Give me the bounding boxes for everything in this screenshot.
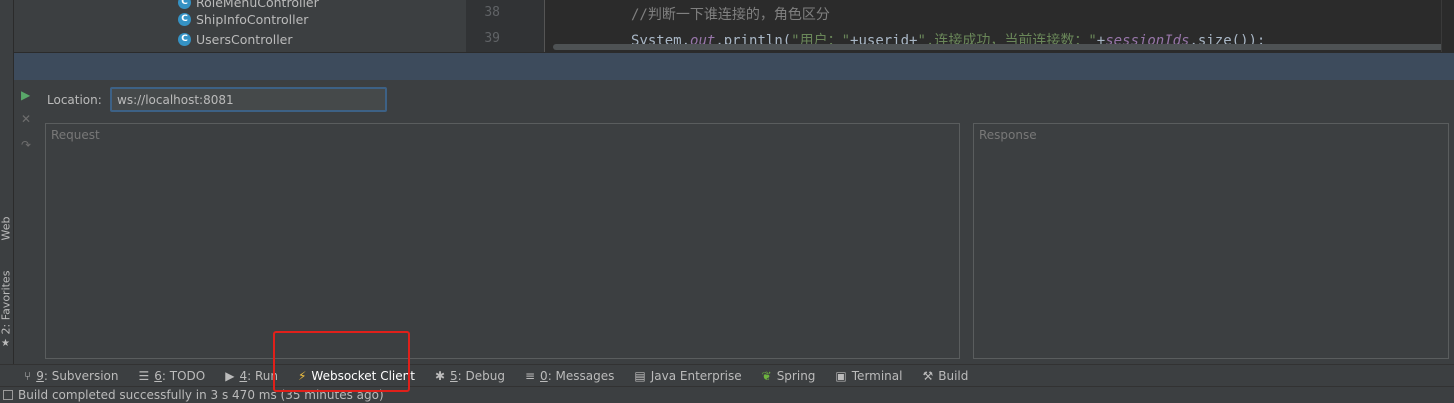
code-editor[interactable]: //判断一下谁连接的，角色区分 System.out.println("用户："… (545, 0, 1441, 52)
tab-key: 4 (239, 369, 248, 383)
tool-window-header (14, 52, 1454, 81)
project-tree: C RoleMenuController C ShipInfoControlle… (14, 0, 466, 52)
request-placeholder: Request (51, 128, 100, 142)
tab-key: 6 (154, 369, 162, 383)
tab-label: : Messages (547, 369, 615, 383)
build-tab[interactable]: ⚒ Build (922, 369, 968, 383)
hammer-icon: ⚒ (922, 369, 934, 383)
line-number: 38 (484, 5, 500, 20)
todo-icon: ☰ (138, 369, 150, 383)
favorites-tool-tab[interactable]: 2: Favorites (0, 271, 13, 335)
terminal-icon: ▣ (835, 369, 847, 383)
tab-label: Spring (776, 369, 816, 383)
terminal-tab[interactable]: ▣ Terminal (835, 369, 902, 383)
tree-item[interactable]: C UsersController (178, 30, 293, 48)
web-tool-tab[interactable]: Web (0, 209, 13, 249)
subversion-tab[interactable]: ⑂ 9: Subversion (24, 369, 119, 383)
line-number: 39 (484, 31, 500, 46)
tool-window-bar: ⑂ 9: Subversion ☰ 6: TODO ▶ 4: Run ⚡ Web… (0, 364, 1454, 387)
location-input[interactable] (110, 87, 387, 112)
location-label: Location: (47, 93, 102, 107)
java-enterprise-icon: ▤ (634, 369, 646, 383)
tree-item-label: UsersController (196, 31, 293, 47)
request-pane[interactable]: Request (45, 123, 960, 359)
tab-key: 5 (450, 369, 458, 383)
response-pane[interactable]: Response (973, 123, 1449, 359)
reconnect-icon[interactable]: ↷ (21, 138, 31, 152)
status-toggle-icon[interactable] (3, 390, 13, 400)
tab-label: Java Enterprise (650, 369, 742, 383)
run-icon: ▶ (225, 369, 235, 383)
tab-label: : Debug (457, 369, 505, 383)
run-tab[interactable]: ▶ 4: Run (225, 369, 278, 383)
todo-tab[interactable]: ☰ 6: TODO (139, 369, 206, 383)
class-icon: C (178, 12, 191, 26)
tab-key: 0 (540, 369, 548, 383)
tree-item-label: ShipInfoController (196, 11, 309, 27)
tab-label: Terminal (851, 369, 903, 383)
response-placeholder: Response (979, 128, 1037, 142)
tab-key: 9 (36, 369, 44, 383)
subversion-icon: ⑂ (24, 369, 32, 383)
java-enterprise-tab[interactable]: ▤ Java Enterprise (634, 369, 741, 383)
code-line-comment: //判断一下谁连接的，角色区分 (631, 7, 830, 23)
spring-tab[interactable]: ❦ Spring (762, 369, 816, 383)
class-icon: C (178, 32, 191, 46)
vertical-scrollbar[interactable] (1441, 0, 1454, 52)
bug-icon: ✱ (434, 369, 446, 383)
debug-tab[interactable]: ✱ 5: Debug (435, 369, 505, 383)
tree-item[interactable]: C ShipInfoController (178, 10, 308, 28)
tab-label: : Subversion (43, 369, 119, 383)
highlight-annotation-box (273, 331, 410, 392)
left-tool-strip: Web 2: Favorites ★ (0, 0, 14, 386)
close-icon[interactable]: ✕ (21, 112, 31, 126)
messages-tab[interactable]: ≡ 0: Messages (525, 369, 614, 383)
messages-icon: ≡ (524, 369, 536, 383)
spring-icon: ❦ (761, 369, 772, 383)
tab-label: Build (938, 369, 969, 383)
status-bar: Build completed successfully in 3 s 470 … (0, 386, 1454, 403)
editor-gutter: 38 39 (466, 0, 545, 52)
horizontal-scrollbar[interactable] (553, 44, 1441, 50)
tree-item-label: RoleMenuController (196, 0, 319, 10)
run-icon[interactable]: ▶ (21, 88, 30, 102)
class-icon: C (178, 0, 191, 9)
star-icon: ★ (1, 338, 10, 349)
tab-label: : TODO (161, 369, 206, 383)
